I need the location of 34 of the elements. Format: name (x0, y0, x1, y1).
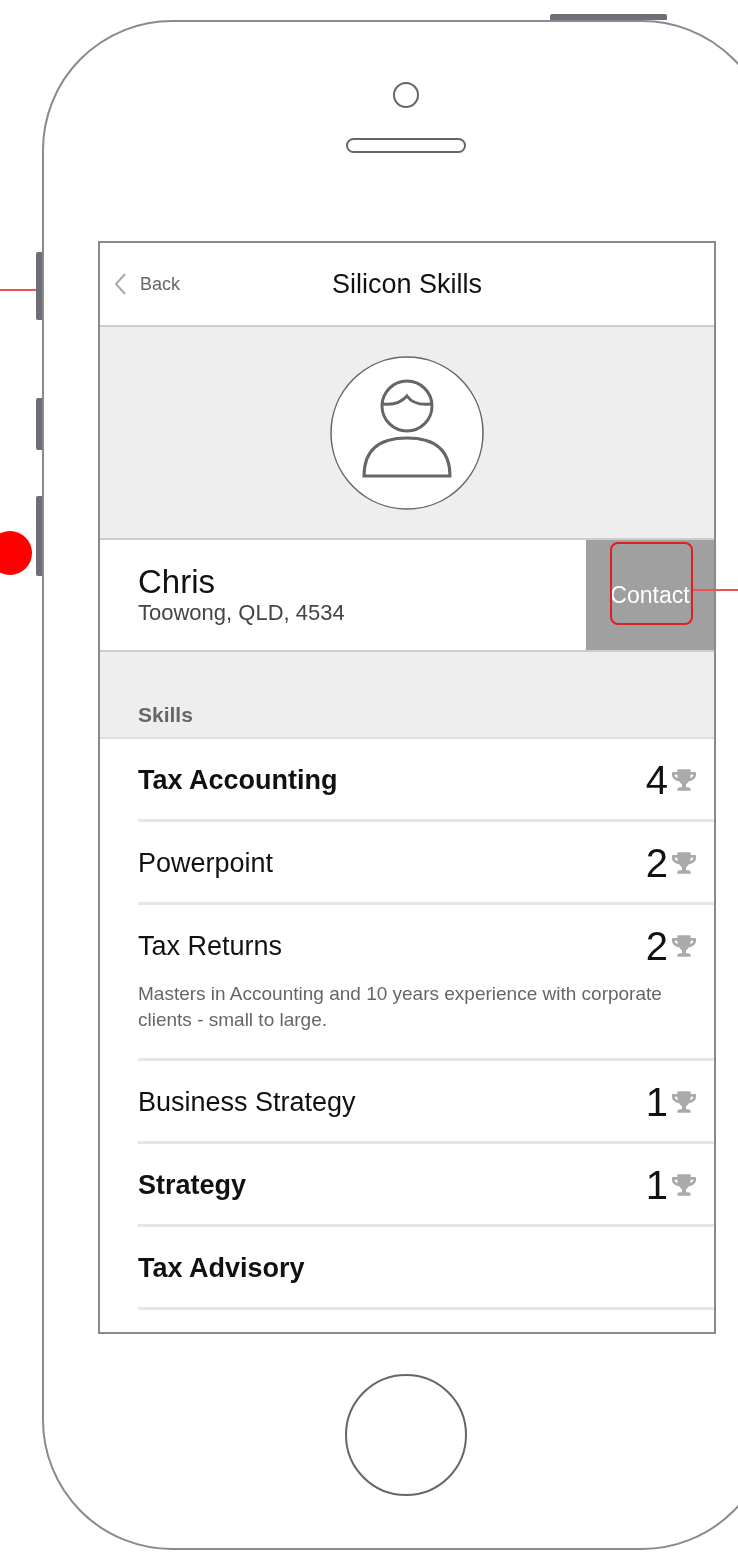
skill-name: Strategy (138, 1169, 248, 1201)
back-link[interactable]: Back (114, 273, 181, 295)
section-title: Skills (138, 703, 193, 727)
skill-name: Powerpoint (138, 847, 275, 879)
camera (393, 82, 419, 108)
trophy-icon (672, 1090, 696, 1115)
trophy-icon (672, 934, 696, 958)
skill-name: Tax Advisory (138, 1252, 306, 1284)
profile-location: Toowong, QLD, 4534 (138, 599, 346, 626)
skill-name: Business Strategy (138, 1086, 357, 1118)
annotation-line (693, 589, 738, 591)
skill-name: Tax Returns (138, 930, 284, 962)
annotation-line (0, 289, 36, 291)
skill-row[interactable]: Powerpoint 2 (138, 822, 714, 905)
skill-row[interactable]: Business Strategy 1 (138, 1061, 714, 1145)
skill-name: Tax Accounting (138, 764, 339, 796)
trophy-icon (672, 1173, 696, 1198)
skill-rating: 4 (645, 760, 668, 800)
skill-row[interactable]: Tax Advisory (138, 1227, 714, 1311)
annotation-dot (0, 531, 32, 575)
trophy-icon (672, 851, 696, 875)
avatar-icon (330, 355, 484, 510)
skill-rating: 1 (645, 1165, 668, 1206)
profile-name: Chris (138, 564, 216, 598)
skill-rating: 2 (645, 843, 668, 883)
skill-description: Masters in Accounting and 10 years experience with corporate clients - small to large. (138, 982, 663, 1032)
screen-title: Silicon Skills (331, 268, 482, 300)
skill-row[interactable]: Strategy 1 (138, 1144, 714, 1228)
chevron-left-icon (114, 273, 126, 295)
skill-row[interactable]: Tax Returns 2 Masters in Accounting and 10 years experience with corporate clients - small to large. (138, 905, 714, 1062)
skill-rating: 1 (645, 1082, 668, 1123)
skill-row[interactable]: Tax Accounting 4 (138, 739, 714, 822)
skill-rating: 2 (645, 926, 668, 966)
trophy-icon (672, 768, 696, 792)
